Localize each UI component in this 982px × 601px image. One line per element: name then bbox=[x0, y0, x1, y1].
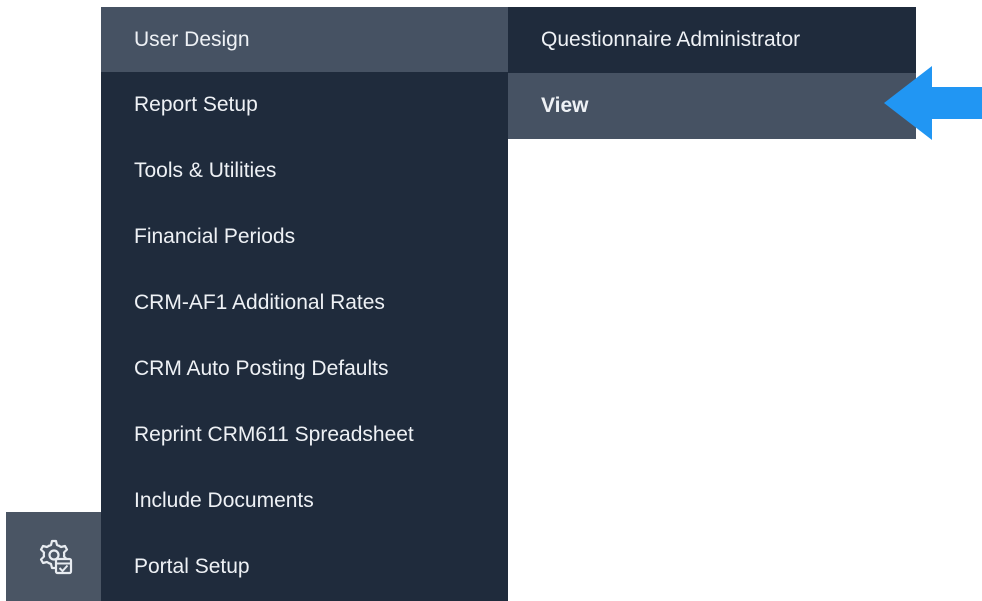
menu-item-label: CRM-AF1 Additional Rates bbox=[134, 291, 385, 314]
arrow-left-icon bbox=[884, 66, 982, 140]
menu-item-label: Reprint CRM611 Spreadsheet bbox=[134, 423, 414, 446]
menu-item-label: Financial Periods bbox=[134, 225, 296, 248]
submenu-item-questionnaire-administrator[interactable]: Questionnaire Administrator bbox=[508, 7, 916, 73]
menu-item-portal-setup[interactable]: Portal Setup bbox=[101, 534, 508, 600]
submenu-item-label: Questionnaire Administrator bbox=[541, 28, 801, 51]
gear-calendar-icon bbox=[39, 539, 72, 574]
admin-settings-button[interactable] bbox=[6, 512, 101, 601]
menu-item-label: Report Setup bbox=[134, 93, 258, 116]
user-design-submenu: Questionnaire Administrator View bbox=[508, 7, 916, 139]
menu-item-label: User Design bbox=[134, 27, 250, 51]
menu-item-reprint-crm611-spreadsheet[interactable]: Reprint CRM611 Spreadsheet bbox=[101, 402, 508, 468]
menu-item-tools-utilities[interactable]: Tools & Utilities bbox=[101, 138, 508, 204]
menu-item-label: Include Documents bbox=[134, 489, 314, 512]
menu-item-crm-af1-additional-rates[interactable]: CRM-AF1 Additional Rates bbox=[101, 270, 508, 336]
menu-item-financial-periods[interactable]: Financial Periods bbox=[101, 204, 508, 270]
menu-item-crm-auto-posting-defaults[interactable]: CRM Auto Posting Defaults bbox=[101, 336, 508, 402]
menu-item-label: CRM Auto Posting Defaults bbox=[134, 357, 389, 380]
menu-item-include-documents[interactable]: Include Documents bbox=[101, 468, 508, 534]
menu-item-report-setup[interactable]: Report Setup bbox=[101, 72, 508, 138]
main-menu: User Design Report Setup Tools & Utiliti… bbox=[101, 7, 508, 601]
menu-item-label: Portal Setup bbox=[134, 555, 250, 578]
side-rail bbox=[6, 512, 101, 601]
menu-item-user-design[interactable]: User Design bbox=[101, 7, 508, 72]
submenu-item-view[interactable]: View bbox=[508, 73, 916, 139]
menu-item-label: Tools & Utilities bbox=[134, 159, 277, 182]
submenu-item-label: View bbox=[541, 94, 589, 117]
